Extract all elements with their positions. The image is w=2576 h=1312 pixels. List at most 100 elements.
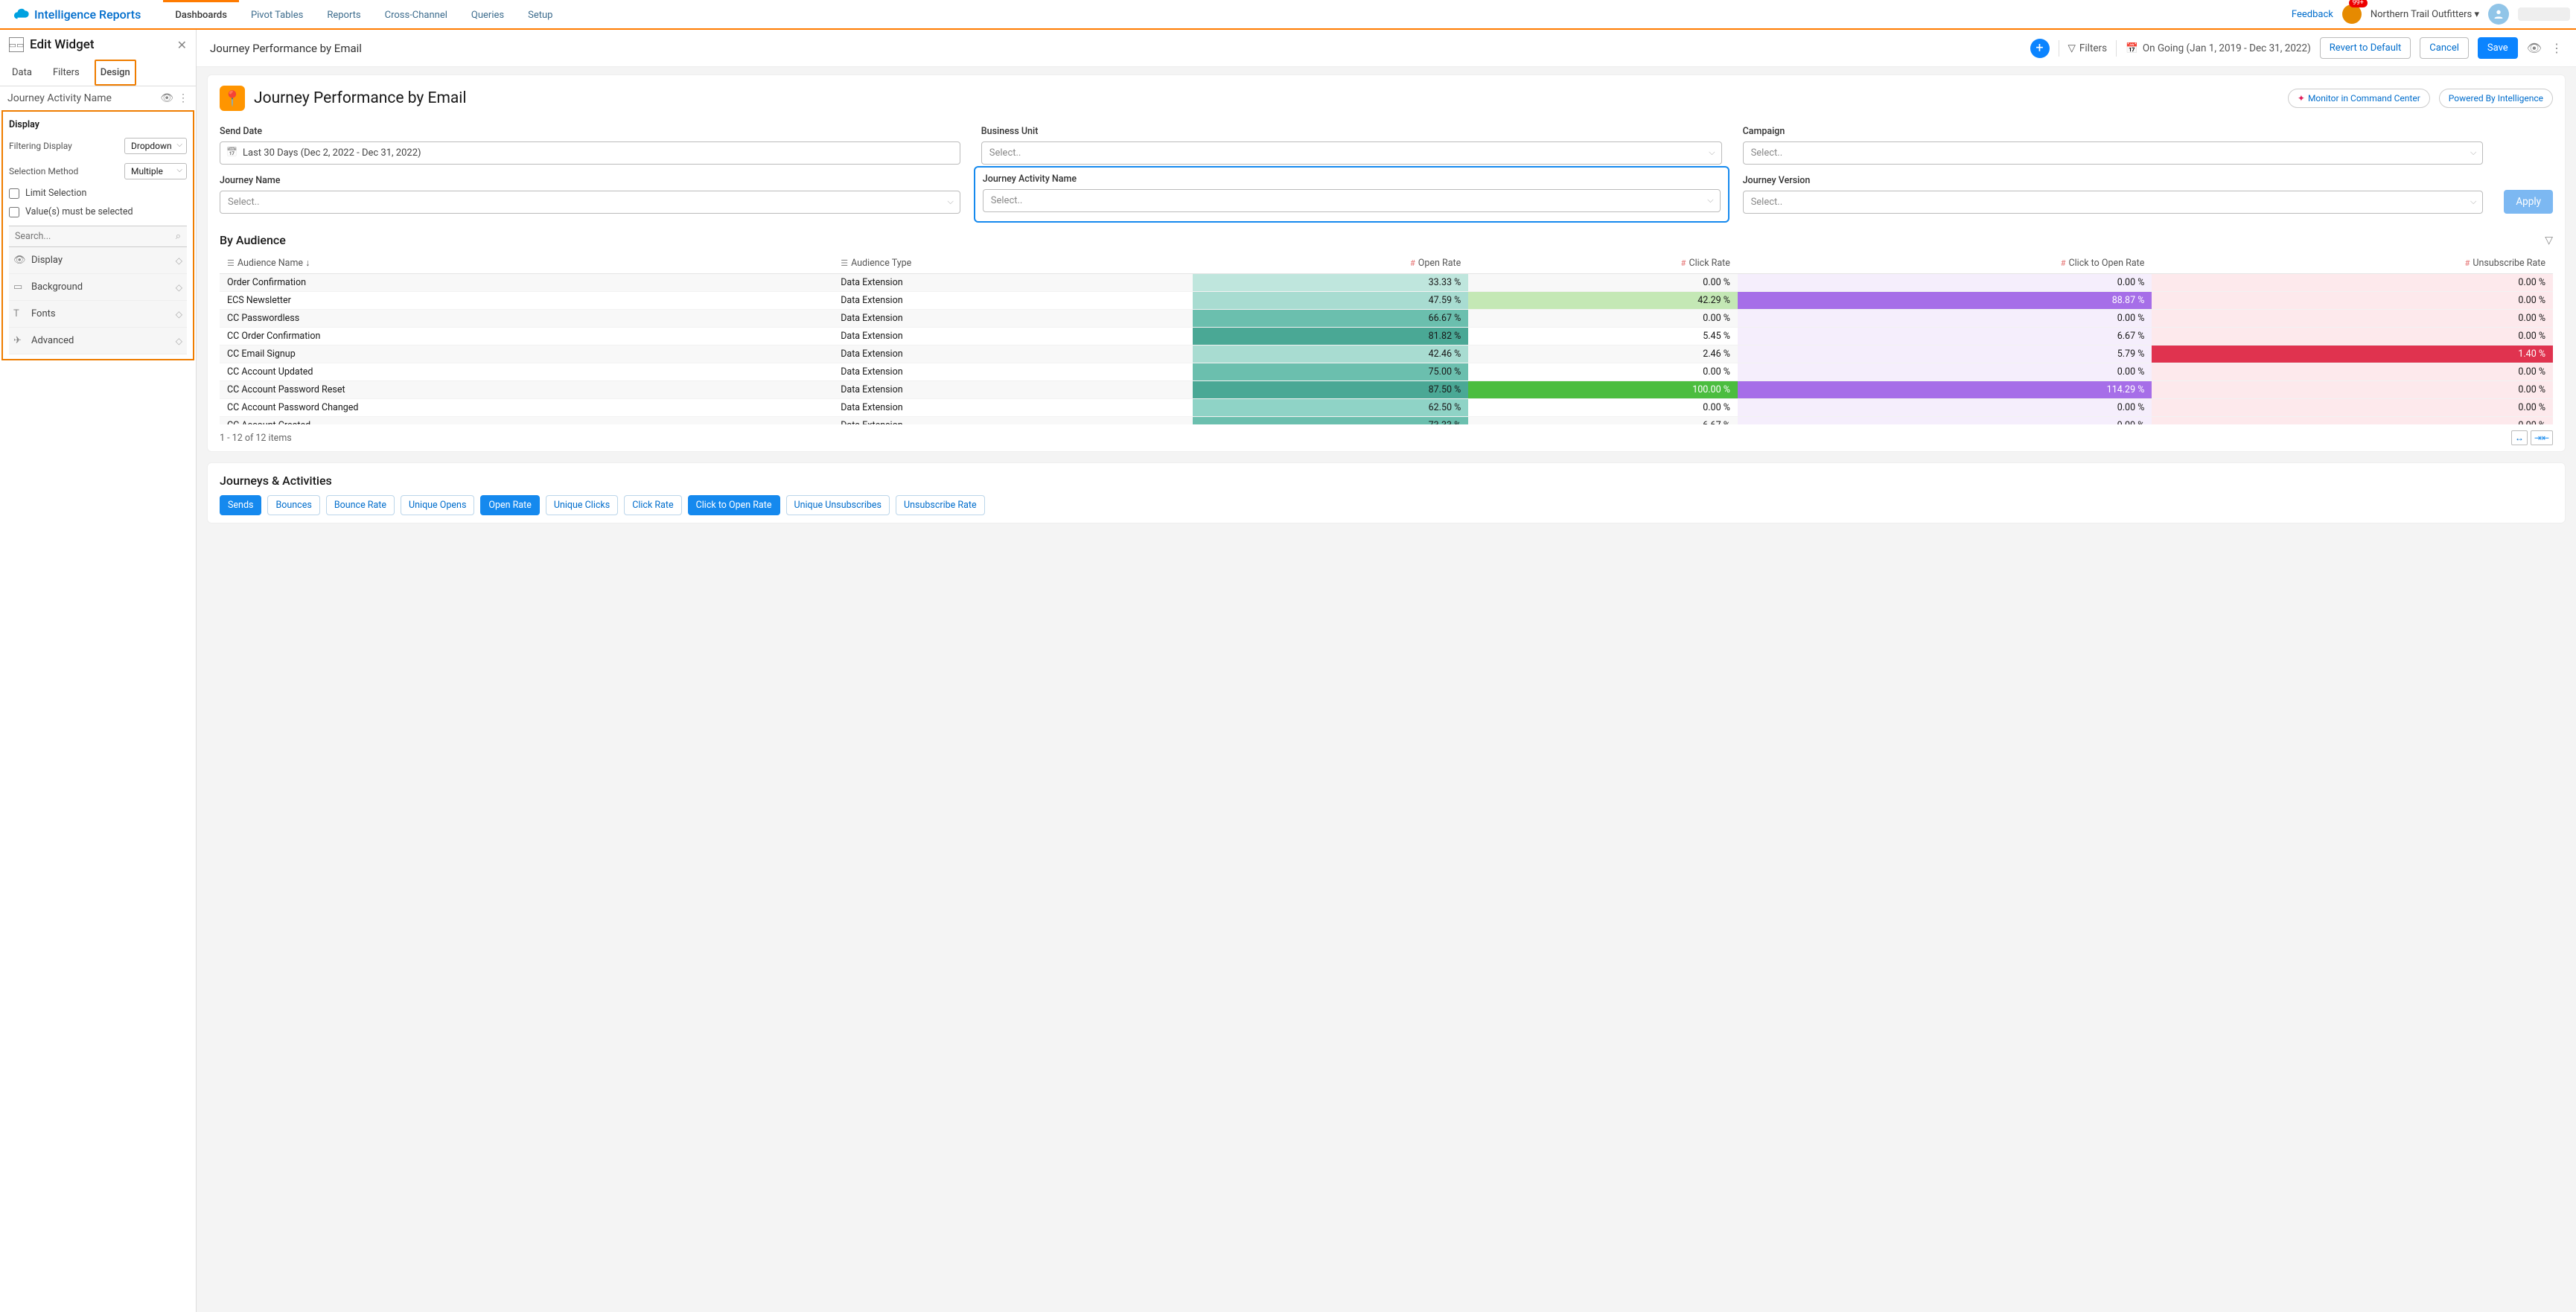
pill-sends[interactable]: Sends xyxy=(220,495,261,515)
selection-method-label: Selection Method xyxy=(9,166,78,176)
pill-unsubscribe-rate[interactable]: Unsubscribe Rate xyxy=(896,495,985,515)
filters-button[interactable]: ▽Filters xyxy=(2068,42,2108,54)
date-range[interactable]: 📅On Going (Jan 1, 2019 - Dec 31, 2022) xyxy=(2126,42,2311,54)
journey-activity-select[interactable]: Select.. xyxy=(983,189,1721,212)
table-row[interactable]: CC Account CreatedData Extension73.33 %6… xyxy=(220,417,2553,425)
table-row[interactable]: Order ConfirmationData Extension33.33 %0… xyxy=(220,274,2553,292)
values-required-checkbox[interactable] xyxy=(9,207,19,217)
panel-title: Edit Widget xyxy=(30,37,171,52)
accordion-display[interactable]: 👁Display◇ xyxy=(9,247,187,274)
metric-pills: Sends Bounces Bounce Rate Unique Opens Open … xyxy=(208,488,2565,523)
panel-tab-filters[interactable]: Filters xyxy=(47,60,86,86)
business-unit-label: Business Unit xyxy=(981,126,1722,137)
top-nav: Intelligence Reports DashboardsPivot Tab… xyxy=(0,0,2576,30)
business-unit-select[interactable]: Select.. xyxy=(981,141,1722,165)
user-avatar[interactable] xyxy=(2488,4,2509,25)
design-settings: Display Filtering Display Dropdown Selec… xyxy=(1,110,194,360)
col-audience-type[interactable]: ☰ Audience Type xyxy=(833,253,1193,274)
limit-selection-checkbox[interactable] xyxy=(9,188,19,199)
edit-widget-panel: ▭▭ Edit Widget ✕ DataFiltersDesign Journ… xyxy=(0,30,197,1312)
nav-tab-setup[interactable]: Setup xyxy=(516,0,564,28)
pill-bounce-rate[interactable]: Bounce Rate xyxy=(326,495,395,515)
pager-collapse[interactable]: ⇥⇤ xyxy=(2531,430,2553,445)
journey-activity-filter-highlighted: Journey Activity Name Select.. xyxy=(974,166,1729,223)
dashboard-card: 📍 Journey Performance by Email ✦Monitor … xyxy=(207,74,2566,452)
table-row[interactable]: CC PasswordlessData Extension66.67 %0.00… xyxy=(220,310,2553,328)
pill-unique-opens[interactable]: Unique Opens xyxy=(401,495,474,515)
accordion-fonts[interactable]: TFonts◇ xyxy=(9,301,187,328)
table-filter-icon[interactable]: ▽ xyxy=(2545,235,2553,246)
table-row[interactable]: CC Account Password ChangedData Extensio… xyxy=(220,399,2553,417)
feedback-link[interactable]: Feedback xyxy=(2292,9,2333,20)
pill-bounces[interactable]: Bounces xyxy=(267,495,319,515)
journey-activity-label: Journey Activity Name xyxy=(983,173,1721,185)
col-click-rate[interactable]: # Click Rate xyxy=(1468,253,1738,274)
background-icon: ▭ xyxy=(13,281,25,293)
fonts-icon: T xyxy=(13,308,25,319)
journey-version-select[interactable]: Select.. xyxy=(1743,191,2484,214)
nav-tab-queries[interactable]: Queries xyxy=(459,0,516,28)
col-open-rate[interactable]: # Open Rate xyxy=(1193,253,1468,274)
search-settings: ⌕ xyxy=(9,226,187,247)
main-area: Journey Performance by Email + ▽Filters … xyxy=(197,30,2576,1312)
col-click-to-open-rate[interactable]: # Click to Open Rate xyxy=(1738,253,2152,274)
save-button[interactable]: Save xyxy=(2478,37,2518,59)
monitor-chip[interactable]: ✦Monitor in Command Center xyxy=(2288,89,2430,108)
toolbar: Journey Performance by Email + ▽Filters … xyxy=(197,30,2576,67)
nav-tab-pivot-tables[interactable]: Pivot Tables xyxy=(239,0,315,28)
table-row[interactable]: CC Email SignupData Extension42.46 %2.46… xyxy=(220,345,2553,363)
table-row[interactable]: CC Account UpdatedData Extension75.00 %0… xyxy=(220,363,2553,381)
journey-version-label: Journey Version xyxy=(1743,175,2484,186)
menu-icon[interactable]: ⋮ xyxy=(2551,41,2563,55)
brand-label: Intelligence Reports xyxy=(34,7,141,22)
nav-tab-cross-channel[interactable]: Cross-Channel xyxy=(373,0,459,28)
more-icon[interactable]: ⋮ xyxy=(178,92,188,104)
campaign-select[interactable]: Select.. xyxy=(1743,141,2484,165)
search-icon: ⌕ xyxy=(176,231,181,242)
close-icon[interactable]: ✕ xyxy=(177,38,187,52)
pill-unique-clicks[interactable]: Unique Clicks xyxy=(546,495,618,515)
powered-chip[interactable]: Powered By Intelligence xyxy=(2439,89,2553,108)
send-date-field[interactable]: Last 30 Days (Dec 2, 2022 - Dec 31, 2022… xyxy=(220,141,960,165)
apply-button[interactable]: Apply xyxy=(2504,190,2553,214)
chevron-icon: ◇ xyxy=(176,282,182,293)
nav-tab-reports[interactable]: Reports xyxy=(315,0,372,28)
journey-name-select[interactable]: Select.. xyxy=(220,191,960,214)
pager-info: 1 - 12 of 12 items xyxy=(220,433,292,444)
display-icon: 👁 xyxy=(13,255,25,266)
user-placeholder xyxy=(2518,7,2570,21)
astro-avatar[interactable]: 99+ xyxy=(2342,4,2362,24)
col-audience-name[interactable]: ☰ Audience Name ↓ xyxy=(220,253,833,274)
cancel-button[interactable]: Cancel xyxy=(2420,37,2469,59)
filter-grid: Send Date Last 30 Days (Dec 2, 2022 - De… xyxy=(208,121,2565,227)
calendar-icon: 📅 xyxy=(2126,42,2138,54)
add-button[interactable]: + xyxy=(2030,39,2050,58)
col-unsubscribe-rate[interactable]: # Unsubscribe Rate xyxy=(2152,253,2553,274)
advanced-icon: ✈ xyxy=(13,335,25,346)
send-date-label: Send Date xyxy=(220,126,960,137)
table-row[interactable]: CC Account Password ResetData Extension8… xyxy=(220,381,2553,399)
selection-method-dropdown[interactable]: Multiple xyxy=(124,163,187,179)
journeys-title: Journeys & Activities xyxy=(220,474,2553,488)
panel-tab-data[interactable]: Data xyxy=(6,60,38,86)
visibility-icon[interactable]: 👁 xyxy=(160,92,173,104)
preview-icon[interactable]: 👁 xyxy=(2527,41,2542,55)
panel-tab-design[interactable]: Design xyxy=(95,60,136,86)
pill-unique-unsubscribes[interactable]: Unique Unsubscribes xyxy=(786,495,890,515)
org-name[interactable]: Northern Trail Outfitters ▾ xyxy=(2371,9,2479,20)
accordion-advanced[interactable]: ✈Advanced◇ xyxy=(9,328,187,354)
pager-expand[interactable]: ↔ xyxy=(2511,430,2528,445)
audience-table: ☰ Audience Name ↓☰ Audience Type# Open R… xyxy=(220,253,2553,424)
table-row[interactable]: CC Order ConfirmationData Extension81.82… xyxy=(220,328,2553,345)
pill-click-to-open-rate[interactable]: Click to Open Rate xyxy=(688,495,780,515)
pill-click-rate[interactable]: Click Rate xyxy=(624,495,681,515)
accordion-background[interactable]: ▭Background◇ xyxy=(9,274,187,301)
filtering-display-dropdown[interactable]: Dropdown xyxy=(124,138,187,154)
nav-tab-dashboards[interactable]: Dashboards xyxy=(163,0,239,28)
revert-button[interactable]: Revert to Default xyxy=(2320,37,2411,59)
filtering-display-label: Filtering Display xyxy=(9,141,72,151)
dimension-name: Journey Activity Name xyxy=(7,92,112,104)
table-row[interactable]: ECS NewsletterData Extension47.59 %42.29… xyxy=(220,292,2553,310)
pill-open-rate[interactable]: Open Rate xyxy=(480,495,539,515)
search-input[interactable] xyxy=(15,231,176,242)
